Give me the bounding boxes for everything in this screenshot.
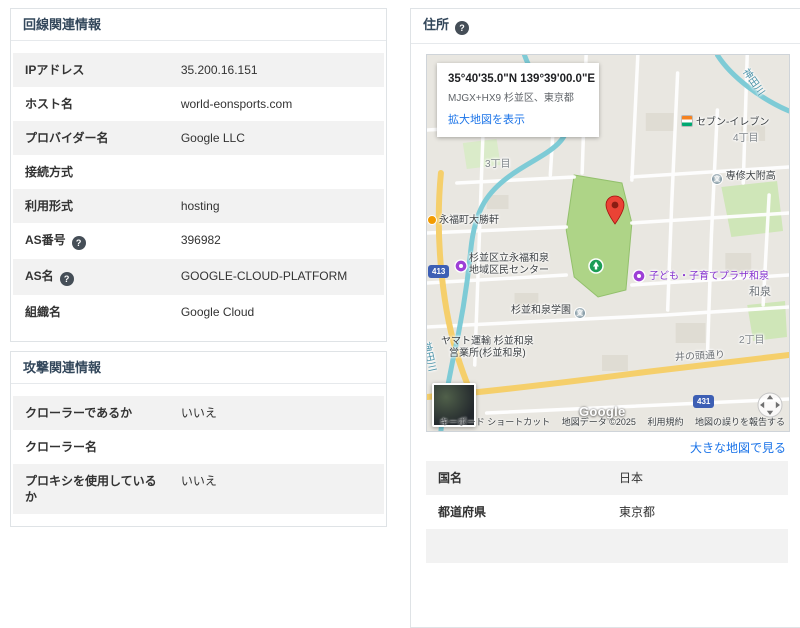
row-value: GOOGLE-CLOUD-PLATFORM — [169, 259, 359, 295]
row-label: AS番号? — [13, 223, 169, 259]
table-row: 組織名 Google Cloud — [13, 295, 384, 329]
kodomo-plaza-marker[interactable] — [632, 269, 646, 288]
row-value — [607, 529, 631, 563]
district-label-izumi: 和泉 — [749, 286, 771, 298]
google-map-embed[interactable]: 神田川 神田川 セブン-イレブン 4丁目 3丁目 文 専修大附高 永福町大勝軒 … — [426, 54, 790, 432]
table-row: ホスト名 world-eonsports.com — [13, 87, 384, 121]
row-value: Google LLC — [169, 121, 257, 155]
table-row: AS番号? 396982 — [13, 223, 384, 259]
row-value: 日本 — [607, 461, 655, 495]
poi-label-taishoken[interactable]: 永福町大勝軒 — [427, 215, 499, 227]
row-label: クローラー名 — [13, 430, 169, 464]
row-label: 接続方式 — [13, 155, 169, 189]
row-value — [169, 430, 193, 464]
row-label: IPアドレス — [13, 53, 169, 87]
poi-label-seven-eleven[interactable]: セブン-イレブン — [681, 115, 769, 129]
help-icon[interactable]: ? — [455, 21, 469, 35]
row-label: 組織名 — [13, 295, 169, 329]
table-row — [426, 529, 788, 563]
district-label: 4丁目 — [733, 133, 759, 145]
address-card: 住所? — [410, 8, 800, 628]
poi-label-community-center[interactable]: 杉並区立永福和泉 地域区民センター — [469, 253, 549, 277]
restaurant-icon — [427, 215, 437, 225]
row-value: 396982 — [169, 223, 233, 259]
row-label: 利用形式 — [13, 189, 169, 223]
map-attribution: キーボード ショートカット 地図データ ©2025 利用規約 地図の誤りを報告す… — [431, 415, 785, 428]
school-icon: 文 — [711, 173, 723, 185]
address-table: 国名 日本 都道府県 東京都 — [426, 461, 788, 563]
terms-link[interactable]: 利用規約 — [647, 417, 683, 427]
help-icon[interactable]: ? — [60, 272, 74, 286]
school-icon: 文 — [574, 307, 586, 319]
district-label: 2丁目 — [739, 335, 765, 347]
park-poi-marker[interactable] — [588, 258, 604, 279]
table-row: IPアドレス 35.200.16.151 — [13, 53, 384, 87]
row-label: AS名? — [13, 259, 169, 295]
row-label — [426, 529, 607, 563]
red-map-pin[interactable] — [604, 195, 626, 230]
expand-map-link[interactable]: 拡大地図を表示 — [448, 111, 588, 127]
table-row: クローラー名 — [13, 430, 384, 464]
poi-label-yamato[interactable]: ヤマト運輸 杉並和泉 営業所(杉並和泉) — [441, 336, 534, 360]
row-value — [169, 155, 193, 189]
table-row: 都道府県 東京都 — [426, 495, 788, 529]
district-label: 3丁目 — [485, 159, 511, 171]
row-value: いいえ — [169, 396, 229, 430]
row-value: いいえ — [169, 464, 229, 514]
table-row: クローラーであるか いいえ — [13, 396, 384, 430]
big-map-link[interactable]: 大きな地図で見る — [690, 441, 786, 455]
map-info-card: 35°40'35.0"N 139°39'00.0"E MJGX+HX9 杉並区、… — [437, 63, 599, 137]
row-label: 都道府県 — [426, 495, 607, 529]
attack-info-card: 攻撃関連情報 クローラーであるか いいえ クローラー名 プロキシを使用しているか… — [10, 351, 387, 527]
row-label: 国名 — [426, 461, 607, 495]
table-row: 国名 日本 — [426, 461, 788, 495]
row-label: クローラーであるか — [13, 396, 169, 430]
community-center-marker[interactable] — [454, 259, 468, 278]
plus-code-text: MJGX+HX9 杉並区、東京都 — [448, 89, 588, 104]
poi-label-senshu-high[interactable]: 文 専修大附高 — [711, 171, 776, 185]
attack-info-table: クローラーであるか いいえ クローラー名 プロキシを使用しているか いいえ — [11, 384, 386, 526]
seven-eleven-icon — [681, 115, 693, 127]
row-value: hosting — [169, 189, 232, 223]
keyboard-shortcuts-link[interactable]: キーボード ショートカット — [440, 417, 551, 427]
row-value: Google Cloud — [169, 295, 266, 329]
address-title-text: 住所 — [423, 17, 449, 32]
row-label: ホスト名 — [13, 87, 169, 121]
line-info-title: 回線関連情報 — [11, 9, 386, 41]
route-shield-413: 413 — [428, 265, 449, 278]
row-label: プロバイダー名 — [13, 121, 169, 155]
table-row: AS名? GOOGLE-CLOUD-PLATFORM — [13, 259, 384, 295]
row-value: world-eonsports.com — [169, 87, 304, 121]
poi-label-kodomo-plaza[interactable]: 子ども・子育てプラザ和泉 — [649, 271, 769, 283]
coordinates-text: 35°40'35.0"N 139°39'00.0"E — [448, 73, 588, 85]
report-error-link[interactable]: 地図の誤りを報告する — [695, 417, 785, 427]
poi-label-izumi-gakuen[interactable]: 杉並和泉学園 文 — [511, 305, 586, 319]
row-value: 35.200.16.151 — [169, 53, 270, 87]
map-data-text: 地図データ ©2025 — [562, 417, 636, 427]
row-value: 東京都 — [607, 495, 667, 529]
line-info-table: IPアドレス 35.200.16.151 ホスト名 world-eonsport… — [11, 41, 386, 341]
table-row: プロキシを使用しているか いいえ — [13, 464, 384, 514]
attack-info-title: 攻撃関連情報 — [11, 352, 386, 384]
big-map-link-row: 大きな地図で見る — [426, 432, 788, 461]
address-title: 住所? — [411, 9, 800, 44]
row-label-text: AS番号 — [25, 233, 66, 247]
table-row: 利用形式 hosting — [13, 189, 384, 223]
table-row: プロバイダー名 Google LLC — [13, 121, 384, 155]
route-shield-431: 431 — [693, 395, 714, 408]
line-info-card: 回線関連情報 IPアドレス 35.200.16.151 ホスト名 world-e… — [10, 8, 387, 342]
row-label: プロキシを使用しているか — [13, 464, 169, 514]
table-row: 接続方式 — [13, 155, 384, 189]
help-icon[interactable]: ? — [72, 236, 86, 250]
row-label-text: AS名 — [25, 269, 54, 283]
